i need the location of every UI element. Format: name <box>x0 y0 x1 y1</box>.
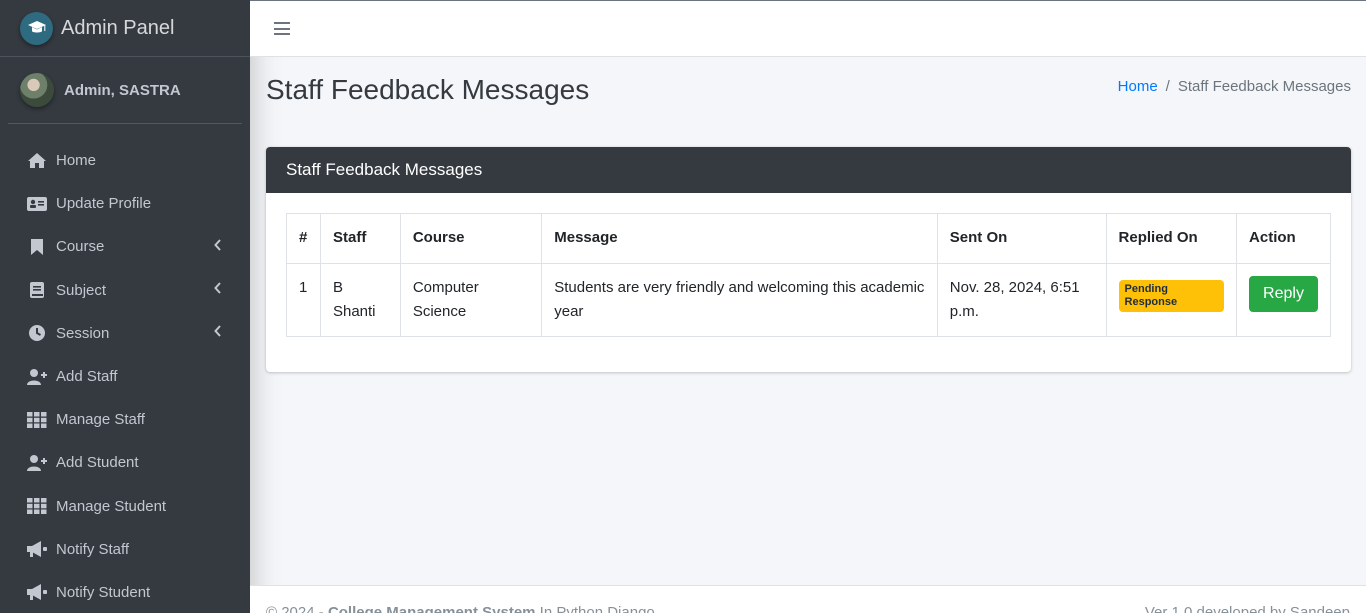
card-title: Staff Feedback Messages <box>266 147 1351 193</box>
staff-name: B Shanti <box>319 263 401 337</box>
feedback-table: # Staff Course Message Sent On Replied O… <box>286 213 1331 337</box>
main-sidebar: Admin Panel Admin, SASTRA Home Update Pr… <box>0 0 250 613</box>
main-footer: © 2024 - College Management System In Py… <box>250 585 1366 613</box>
breadcrumb-current: Staff Feedback Messages <box>1177 78 1351 95</box>
sidebar-item-session[interactable]: Session <box>8 312 242 355</box>
action-cell: Reply <box>1236 263 1331 337</box>
feedback-card: Staff Feedback Messages # Staff Course M… <box>266 147 1351 372</box>
sidebar-item-course[interactable]: Course <box>8 225 242 268</box>
sidebar-item-label: Notify Student <box>56 583 151 601</box>
sidebar-item-label: Update Profile <box>56 195 152 213</box>
bookmark-icon <box>26 236 48 258</box>
avatar <box>20 73 54 107</box>
breadcrumb: Home / Staff Feedback Messages <box>1118 78 1351 95</box>
row-number: 1 <box>286 263 321 337</box>
sidebar-item-label: Manage Staff <box>56 411 145 429</box>
clock-icon <box>26 322 48 344</box>
grid-icon <box>26 409 48 431</box>
menu-toggle-icon[interactable] <box>274 22 290 39</box>
top-navbar <box>250 0 1366 57</box>
footer-suffix: In Python Django <box>539 604 655 613</box>
sidebar-item-label: Add Student <box>56 454 139 472</box>
footer-version: Ver 1.0 developed by Sandeep <box>1144 604 1350 613</box>
user-plus-icon <box>26 366 48 388</box>
reply-button[interactable]: Reply <box>1249 276 1318 312</box>
replied-on-cell: Pending Response <box>1105 263 1238 337</box>
column-header: Message <box>541 213 938 264</box>
sidebar-item-label: Course <box>56 238 105 256</box>
grid-icon <box>26 495 48 517</box>
table-row: 1 B Shanti Computer Science Students are… <box>286 263 1331 337</box>
breadcrumb-home-link[interactable]: Home <box>1118 78 1158 95</box>
sent-on: Nov. 28, 2024, 6:51 p.m. <box>936 263 1107 337</box>
sidebar-item-update-profile[interactable]: Update Profile <box>8 182 242 225</box>
megaphone-icon <box>26 538 48 560</box>
sidebar-item-label: Notify Staff <box>56 540 130 558</box>
footer-prefix: © 2024 - <box>266 604 324 613</box>
graduation-cap-icon <box>20 11 53 45</box>
breadcrumb-separator: / <box>1165 78 1170 95</box>
message-text: Students are very friendly and welcoming… <box>541 263 938 337</box>
id-card-icon <box>26 193 48 215</box>
column-header: Action <box>1236 213 1331 264</box>
sidebar-item-label: Manage Student <box>56 497 167 515</box>
sidebar-item-label: Session <box>56 324 110 342</box>
table-header-row: # Staff Course Message Sent On Replied O… <box>286 213 1331 264</box>
sidebar-item-notify-staff[interactable]: Notify Staff <box>8 528 242 571</box>
sidebar-item-notify-student[interactable]: Notify Student <box>8 571 242 613</box>
course-name: Computer Science <box>399 263 543 337</box>
user-name[interactable]: Admin, SASTRA <box>64 82 181 99</box>
sidebar-item-label: Add Staff <box>56 368 118 386</box>
megaphone-icon <box>26 581 48 603</box>
card-body: # Staff Course Message Sent On Replied O… <box>266 193 1351 357</box>
column-header: Sent On <box>936 213 1107 264</box>
content-header: Staff Feedback Messages Home / Staff Fee… <box>266 70 1351 110</box>
sidebar-item-add-student[interactable]: Add Student <box>8 441 242 484</box>
column-header: Staff <box>319 213 401 264</box>
user-plus-icon <box>26 452 48 474</box>
sidebar-item-home[interactable]: Home <box>8 139 242 182</box>
sidebar-item-label: Home <box>56 152 97 170</box>
footer-copyright: © 2024 - College Management System In Py… <box>266 604 655 613</box>
chevron-left-icon <box>214 238 222 256</box>
sidebar-nav: Home Update Profile Course Subject Sessi… <box>0 124 250 613</box>
home-icon <box>26 150 48 172</box>
brand-title: Admin Panel <box>61 16 175 39</box>
column-header: Course <box>399 213 543 264</box>
footer-app-name-link[interactable]: College Management System <box>328 604 536 613</box>
sidebar-item-manage-student[interactable]: Manage Student <box>8 485 242 528</box>
column-header: Replied On <box>1105 213 1238 264</box>
sidebar-item-manage-staff[interactable]: Manage Staff <box>8 398 242 441</box>
status-badge: Pending Response <box>1118 280 1225 312</box>
chevron-left-icon <box>214 281 222 299</box>
column-header: # <box>286 213 321 264</box>
chevron-left-icon <box>214 324 222 342</box>
sidebar-item-label: Subject <box>56 281 107 299</box>
user-panel[interactable]: Admin, SASTRA <box>8 57 242 124</box>
sidebar-item-add-staff[interactable]: Add Staff <box>8 355 242 398</box>
brand-link[interactable]: Admin Panel <box>0 0 250 57</box>
book-icon <box>26 279 48 301</box>
sidebar-item-subject[interactable]: Subject <box>8 269 242 312</box>
